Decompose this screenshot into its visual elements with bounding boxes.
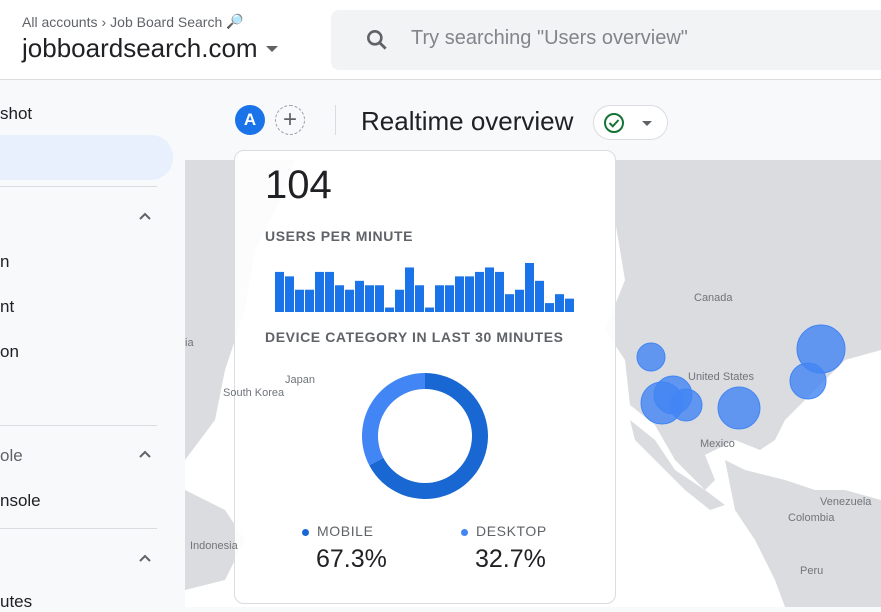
sidebar-item[interactable]: nt bbox=[0, 297, 14, 317]
bar[interactable] bbox=[395, 289, 404, 312]
sidebar-item-selected[interactable] bbox=[0, 135, 173, 180]
bar[interactable] bbox=[375, 285, 384, 312]
divider bbox=[0, 186, 157, 187]
chevron-up-icon[interactable] bbox=[139, 448, 151, 460]
bar[interactable] bbox=[285, 276, 294, 312]
magnifier-emoji-icon: 🔎 bbox=[226, 13, 244, 29]
legend-label: DESKTOP bbox=[476, 523, 547, 539]
legend-dot bbox=[461, 528, 468, 536]
legend-mobile: MOBILE bbox=[302, 523, 374, 539]
realtime-users-card: 104 USERS PER MINUTE DEVICE CATEGORY IN … bbox=[234, 150, 616, 604]
sidebar: shot n nt on ole nsole utes bbox=[0, 80, 185, 611]
users-total: 104 bbox=[265, 163, 332, 207]
chevron-up-icon[interactable] bbox=[139, 552, 151, 564]
users-per-minute-label: USERS PER MINUTE bbox=[265, 228, 414, 244]
bar[interactable] bbox=[455, 276, 464, 312]
mobile-percent: 67.3% bbox=[316, 545, 387, 573]
check-circle-icon bbox=[604, 113, 624, 133]
property-selector[interactable]: jobboardsearch.com bbox=[22, 33, 278, 64]
sidebar-item[interactable]: shot bbox=[0, 104, 32, 124]
search-icon bbox=[367, 30, 387, 50]
divider bbox=[0, 528, 157, 529]
legend-label: MOBILE bbox=[317, 523, 374, 539]
bar[interactable] bbox=[385, 307, 394, 312]
bar[interactable] bbox=[445, 285, 454, 312]
caret-down-icon bbox=[642, 121, 652, 126]
desktop-percent: 32.7% bbox=[475, 545, 546, 573]
breadcrumb[interactable]: All accounts › Job Board Search 🔎 bbox=[22, 13, 244, 30]
chevron-up-icon[interactable] bbox=[139, 210, 151, 222]
bar[interactable] bbox=[465, 276, 474, 312]
bar[interactable] bbox=[365, 285, 374, 312]
bar[interactable] bbox=[325, 271, 334, 312]
page-title: Realtime overview bbox=[361, 106, 574, 136]
bar[interactable] bbox=[405, 267, 414, 312]
sidebar-item[interactable]: utes bbox=[0, 592, 32, 612]
map-bubble bbox=[717, 386, 761, 430]
map-bubble bbox=[669, 388, 703, 422]
legend-dot bbox=[302, 528, 309, 536]
device-category-label: DEVICE CATEGORY IN LAST 30 MINUTES bbox=[265, 329, 564, 345]
breadcrumb-account[interactable]: Job Board Search bbox=[110, 14, 222, 30]
add-comparison-button[interactable]: + bbox=[275, 105, 305, 135]
donut-slice-desktop[interactable] bbox=[362, 373, 425, 466]
bar[interactable] bbox=[345, 289, 354, 312]
map-bubble bbox=[636, 342, 666, 372]
search-input[interactable]: Try searching "Users overview" bbox=[331, 10, 881, 70]
chevron-right-icon: › bbox=[101, 13, 107, 30]
bar[interactable] bbox=[525, 263, 534, 312]
device-donut-chart[interactable] bbox=[360, 371, 490, 501]
bar[interactable] bbox=[545, 303, 554, 312]
sidebar-section[interactable]: ole bbox=[0, 446, 23, 466]
bar[interactable] bbox=[515, 289, 524, 312]
sidebar-item[interactable]: nsole bbox=[0, 491, 41, 511]
bar[interactable] bbox=[315, 271, 324, 312]
bar[interactable] bbox=[335, 285, 344, 312]
search-placeholder: Try searching "Users overview" bbox=[411, 27, 688, 49]
property-name: jobboardsearch.com bbox=[22, 33, 258, 63]
bar[interactable] bbox=[415, 285, 424, 312]
map-bubble bbox=[789, 362, 827, 400]
bar[interactable] bbox=[495, 271, 504, 312]
bar[interactable] bbox=[485, 267, 494, 312]
bar[interactable] bbox=[555, 294, 564, 312]
comparison-avatar[interactable]: A bbox=[235, 105, 265, 135]
divider bbox=[0, 425, 157, 426]
bar[interactable] bbox=[275, 271, 284, 312]
caret-down-icon bbox=[265, 45, 278, 52]
bar[interactable] bbox=[535, 280, 544, 312]
status-dropdown[interactable] bbox=[593, 105, 668, 140]
bar[interactable] bbox=[295, 289, 304, 312]
sidebar-item[interactable]: n bbox=[0, 252, 9, 272]
bar[interactable] bbox=[565, 298, 574, 312]
bar[interactable] bbox=[505, 294, 514, 312]
breadcrumb-all-accounts[interactable]: All accounts bbox=[22, 14, 97, 30]
bar[interactable] bbox=[305, 289, 314, 312]
bar[interactable] bbox=[475, 271, 484, 312]
sidebar-item[interactable]: on bbox=[0, 342, 19, 362]
bar[interactable] bbox=[435, 285, 444, 312]
bar[interactable] bbox=[355, 280, 364, 312]
bar[interactable] bbox=[425, 307, 434, 312]
header: All accounts › Job Board Search 🔎 jobboa… bbox=[0, 0, 881, 80]
divider bbox=[335, 105, 336, 135]
legend-desktop: DESKTOP bbox=[461, 523, 547, 539]
users-per-minute-chart[interactable] bbox=[275, 254, 575, 314]
